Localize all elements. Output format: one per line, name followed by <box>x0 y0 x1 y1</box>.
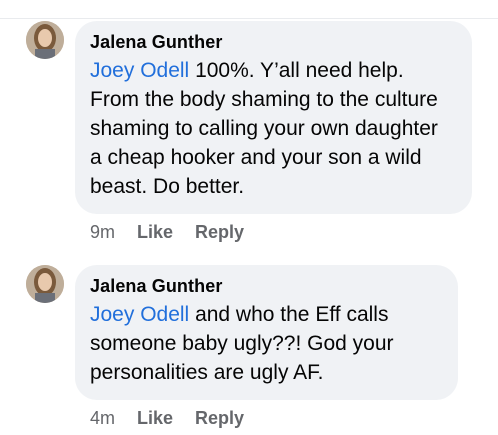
comment-timestamp[interactable]: 9m <box>90 222 115 243</box>
divider <box>0 0 498 19</box>
comment-thread: Jalena Gunther Joey Odell 100%. Y’all ne… <box>0 0 498 435</box>
comment-author[interactable]: Jalena Gunther <box>90 31 454 53</box>
like-button[interactable]: Like <box>137 408 173 429</box>
reply-button[interactable]: Reply <box>195 222 244 243</box>
comment-actions: 9m Like Reply <box>90 222 266 243</box>
comment-author[interactable]: Jalena Gunther <box>90 275 440 297</box>
avatar[interactable] <box>26 21 64 59</box>
comment-text: Joey Odell and who the Eff calls someone… <box>90 300 440 387</box>
reply-button[interactable]: Reply <box>195 408 244 429</box>
comment-actions: 4m Like Reply <box>90 408 266 429</box>
mention-link[interactable]: Joey Odell <box>90 59 189 82</box>
comment-bubble: Jalena Gunther Joey Odell and who the Ef… <box>75 265 458 400</box>
mention-link[interactable]: Joey Odell <box>90 303 189 326</box>
comment-text: Joey Odell 100%. Y’all need help. From t… <box>90 56 454 201</box>
comment-timestamp[interactable]: 4m <box>90 408 115 429</box>
avatar[interactable] <box>26 265 64 303</box>
like-button[interactable]: Like <box>137 222 173 243</box>
comment-bubble: Jalena Gunther Joey Odell 100%. Y’all ne… <box>75 21 472 214</box>
